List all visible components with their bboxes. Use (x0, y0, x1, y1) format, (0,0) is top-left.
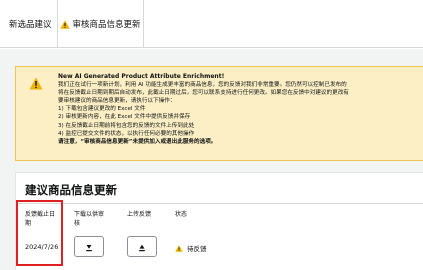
alert-line: 要审核建议的商品信息更新，请执行以下操作： (58, 98, 176, 105)
alert-footer: 请注意，“审核商品信息更新”未提供加入或退出此服务的选项。 (58, 138, 217, 145)
ai-enrichment-alert: New AI Generated Product Attribute Enric… (15, 66, 423, 161)
tab-label: 新选品建议 (9, 20, 52, 30)
download-button[interactable] (74, 236, 104, 257)
warning-icon (29, 75, 43, 90)
download-icon (85, 237, 93, 256)
alert-title: New AI Generated Product Attribute Enric… (58, 73, 225, 80)
warning-icon (60, 19, 71, 29)
upload-icon (138, 237, 146, 256)
alert-line: 4) 监控已提交文件的状态，以执行任何必要的其他操作 (58, 130, 195, 137)
alert-line: 2) 审核更新内容，在此 Excel 文件中提供反馈并保存 (58, 114, 191, 121)
tab-review-product-info-updates[interactable]: 审核商品信息更新 (58, 0, 144, 48)
alert-line: 将在反馈截止日期到期后自动发布，此截止日期过后，您可以联系支持进行任何更改。如果… (58, 90, 349, 97)
column-header-download: 下载以供审核 (74, 211, 105, 227)
warning-icon (175, 244, 183, 252)
divider (16, 203, 423, 204)
alert-line: 我们正在试行一项新计划，利用 AI 功能生成更丰富的商品信息，您的反馈对我们非常… (58, 82, 347, 89)
column-header-upload: 上传反馈 (127, 211, 152, 218)
tab-bar: 新选品建议 审核商品信息更新 (0, 0, 423, 48)
status-badge: 待反馈 (175, 243, 207, 253)
tab-new-product-suggestions[interactable]: 新选品建议 (0, 0, 58, 48)
feedback-deadline: 2024/7/26 (25, 243, 59, 251)
column-header-status: 状态 (175, 211, 188, 218)
alert-line: 1) 下载包含建议更改的 Excel 文件 (58, 106, 146, 113)
tab-label: 审核商品信息更新 (72, 20, 141, 30)
section-title: 建议商品信息更新 (25, 183, 117, 197)
alert-body: New AI Generated Product Attribute Enric… (58, 73, 423, 146)
deadline-highlight-box (16, 200, 63, 266)
suggested-updates-card: 建议商品信息更新 反馈截止日期 下载以供审核 上传反馈 状态 2024/7/26… (15, 172, 423, 270)
status-label: 待反馈 (187, 245, 207, 253)
alert-line: 3) 在反馈截止日期前将包含您的反馈的文件上传到此处 (58, 122, 195, 129)
upload-button[interactable] (127, 236, 157, 257)
